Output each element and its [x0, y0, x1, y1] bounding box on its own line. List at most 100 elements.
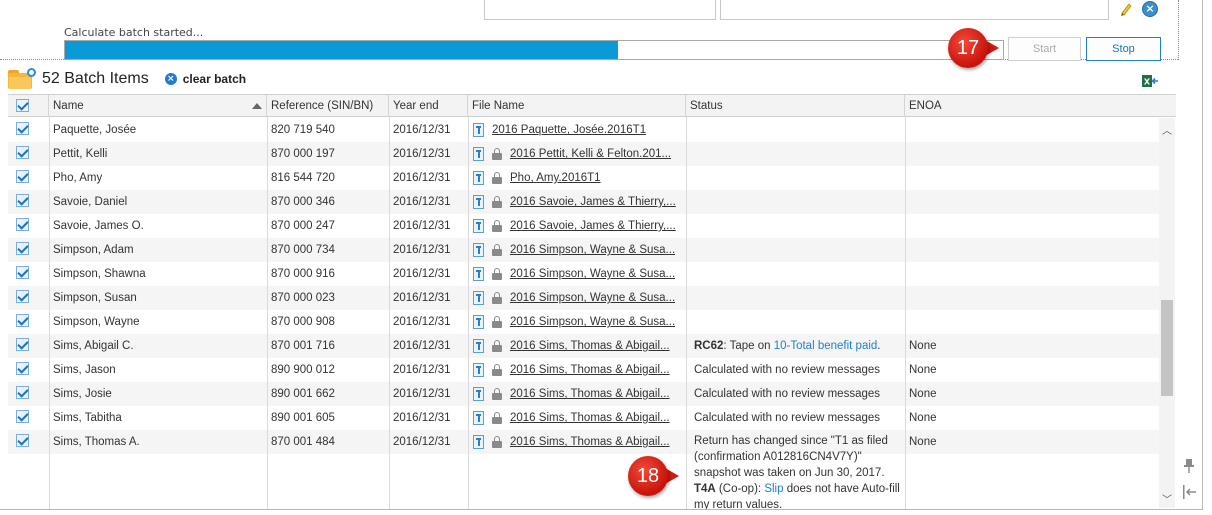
column-label: Name — [53, 100, 84, 112]
table-row[interactable]: Simpson, Adam 870 000 734 2016/12/31 2016 S… — [8, 238, 1160, 262]
table-row[interactable]: Simpson, Wayne 870 000 908 2016/12/31 2016 … — [8, 310, 1160, 334]
status-cell — [690, 166, 904, 190]
reference-cell: 890 001 605 — [271, 412, 335, 424]
top-field-right[interactable] — [720, 0, 1109, 20]
table-row[interactable]: Paquette, Josée 820 719 540 2016/12/31 2016… — [8, 118, 1160, 142]
row-checkbox[interactable] — [16, 410, 29, 423]
lock-icon — [492, 244, 502, 256]
table-row[interactable]: Sims, Jason 890 900 012 2016/12/31 2016 Sim… — [8, 358, 1160, 382]
row-checkbox[interactable] — [16, 122, 29, 135]
name-cell: Sims, Jason — [53, 364, 116, 376]
status-link[interactable]: 10-Total benefit paid — [774, 340, 878, 352]
file-link[interactable]: 2016 Sims, Thomas & Abigail... — [510, 406, 670, 430]
status-cell — [690, 190, 904, 214]
file-name-cell: 2016 Simpson, Wayne & Susa... — [469, 310, 683, 334]
row-checkbox[interactable] — [16, 314, 29, 327]
chevron-up-icon[interactable]: ︿ — [1162, 122, 1172, 137]
lock-icon — [492, 364, 502, 376]
file-link[interactable]: 2016 Sims, Thomas & Abigail... — [510, 382, 670, 406]
batch-header: 52 Batch Items × clear batch — [8, 66, 246, 92]
reference-cell: 820 719 540 — [271, 124, 335, 136]
file-link[interactable]: 2016 Simpson, Wayne & Susa... — [510, 310, 675, 334]
table-row[interactable]: Savoie, James O. 870 000 247 2016/12/31 201… — [8, 214, 1160, 238]
table-row[interactable]: Pettit, Kelli 870 000 197 2016/12/31 2016 P… — [8, 142, 1160, 166]
status-cell: RC62: Tape on 10-Total benefit paid. — [690, 334, 904, 358]
name-cell: Sims, Abigail C. — [53, 340, 134, 352]
table-row[interactable]: Sims, Josie 890 001 662 2016/12/31 2016 Sim… — [8, 382, 1160, 406]
reference-cell: 870 000 908 — [271, 316, 335, 328]
row-checkbox[interactable] — [16, 266, 29, 279]
pin-icon[interactable] — [1183, 458, 1195, 474]
t1-file-icon — [473, 363, 484, 377]
table-row[interactable]: Simpson, Shawna 870 000 916 2016/12/31 2016… — [8, 262, 1160, 286]
select-all-checkbox[interactable] — [16, 99, 29, 112]
table-row[interactable]: Sims, Tabitha 890 001 605 2016/12/31 2016 S… — [8, 406, 1160, 430]
file-link[interactable]: 2016 Sims, Thomas & Abigail... — [510, 430, 670, 454]
clear-batch-link[interactable]: clear batch — [183, 72, 246, 86]
row-checkbox[interactable] — [16, 362, 29, 375]
status-text: . — [877, 340, 881, 352]
start-button[interactable]: Start — [1008, 37, 1081, 61]
clear-icon[interactable]: × — [164, 73, 177, 85]
table-row[interactable]: Savoie, Daniel 870 000 346 2016/12/31 2016 … — [8, 190, 1160, 214]
status-cell — [690, 118, 904, 142]
row-checkbox[interactable] — [16, 434, 29, 447]
file-link[interactable]: 2016 Simpson, Wayne & Susa... — [510, 286, 675, 310]
top-field-left[interactable] — [484, 0, 716, 20]
file-link[interactable]: 2016 Simpson, Wayne & Susa... — [510, 238, 675, 262]
status-link[interactable]: Slip — [764, 483, 783, 495]
table-row[interactable]: Simpson, Susan 870 000 023 2016/12/31 2016 … — [8, 286, 1160, 310]
scrollbar-thumb[interactable] — [1161, 300, 1173, 396]
column-header-reference[interactable]: Reference (SIN/BN) — [267, 95, 389, 117]
row-checkbox[interactable] — [16, 146, 29, 159]
row-checkbox[interactable] — [16, 338, 29, 351]
t1-file-icon — [473, 219, 484, 233]
file-link[interactable]: 2016 Sims, Thomas & Abigail... — [510, 358, 670, 382]
file-link[interactable]: 2016 Sims, Thomas & Abigail... — [510, 334, 670, 358]
row-checkbox[interactable] — [16, 218, 29, 231]
name-cell: Sims, Tabitha — [53, 412, 122, 424]
column-header-file-name[interactable]: File Name — [468, 95, 686, 117]
stop-button[interactable]: Stop — [1086, 37, 1161, 61]
status-text: : Tape on — [723, 340, 774, 352]
row-checkbox[interactable] — [16, 242, 29, 255]
table-row[interactable]: Sims, Thomas A. 870 001 484 2016/12/31 2016… — [8, 430, 1160, 454]
pencil-icon[interactable] — [1119, 2, 1133, 16]
file-name-cell: 2016 Simpson, Wayne & Susa... — [469, 286, 683, 310]
lock-icon — [492, 148, 502, 160]
t1-file-icon — [473, 435, 484, 449]
file-link[interactable]: 2016 Simpson, Wayne & Susa... — [510, 262, 675, 286]
column-header-enoa[interactable]: ENOA — [905, 95, 1176, 117]
status-cell — [690, 310, 904, 334]
row-checkbox[interactable] — [16, 290, 29, 303]
file-link[interactable]: 2016 Savoie, James & Thierry,... — [510, 190, 676, 214]
chevron-down-icon[interactable]: ﹀ — [1162, 491, 1172, 506]
excel-export-icon[interactable]: X — [1141, 73, 1159, 89]
dock-icon[interactable] — [1181, 484, 1197, 500]
lock-icon — [492, 172, 502, 184]
close-icon[interactable]: × — [1142, 1, 1158, 17]
table-row[interactable]: Pho, Amy 816 544 720 2016/12/31 Pho, Amy.20… — [8, 166, 1160, 190]
row-checkbox[interactable] — [16, 170, 29, 183]
t1-file-icon — [473, 147, 484, 161]
status-code: RC62 — [694, 340, 724, 352]
row-checkbox[interactable] — [16, 386, 29, 399]
column-header-status[interactable]: Status — [686, 95, 905, 117]
name-cell: Paquette, Josée — [53, 124, 137, 136]
header-select-all[interactable] — [8, 95, 49, 117]
file-link[interactable]: 2016 Paquette, Josée.2016T1 — [492, 118, 646, 142]
file-link[interactable]: 2016 Pettit, Kelli & Felton.201... — [510, 142, 671, 166]
row-checkbox[interactable] — [16, 194, 29, 207]
column-label: Year end — [393, 100, 439, 112]
year-end-cell: 2016/12/31 — [393, 124, 451, 136]
status-cell — [690, 286, 904, 310]
vertical-scrollbar[interactable]: ︿ ﹀ — [1159, 118, 1175, 508]
year-end-cell: 2016/12/31 — [393, 316, 451, 328]
lock-icon — [492, 220, 502, 232]
table-row[interactable]: Sims, Abigail C. 870 001 716 2016/12/31 201… — [8, 334, 1160, 358]
file-link[interactable]: 2016 Savoie, James & Thierry,... — [510, 214, 676, 238]
column-header-year-end[interactable]: Year end — [389, 95, 468, 117]
column-header-name[interactable]: Name — [49, 95, 267, 117]
lock-icon — [492, 268, 502, 280]
file-link[interactable]: Pho, Amy.2016T1 — [510, 166, 601, 190]
